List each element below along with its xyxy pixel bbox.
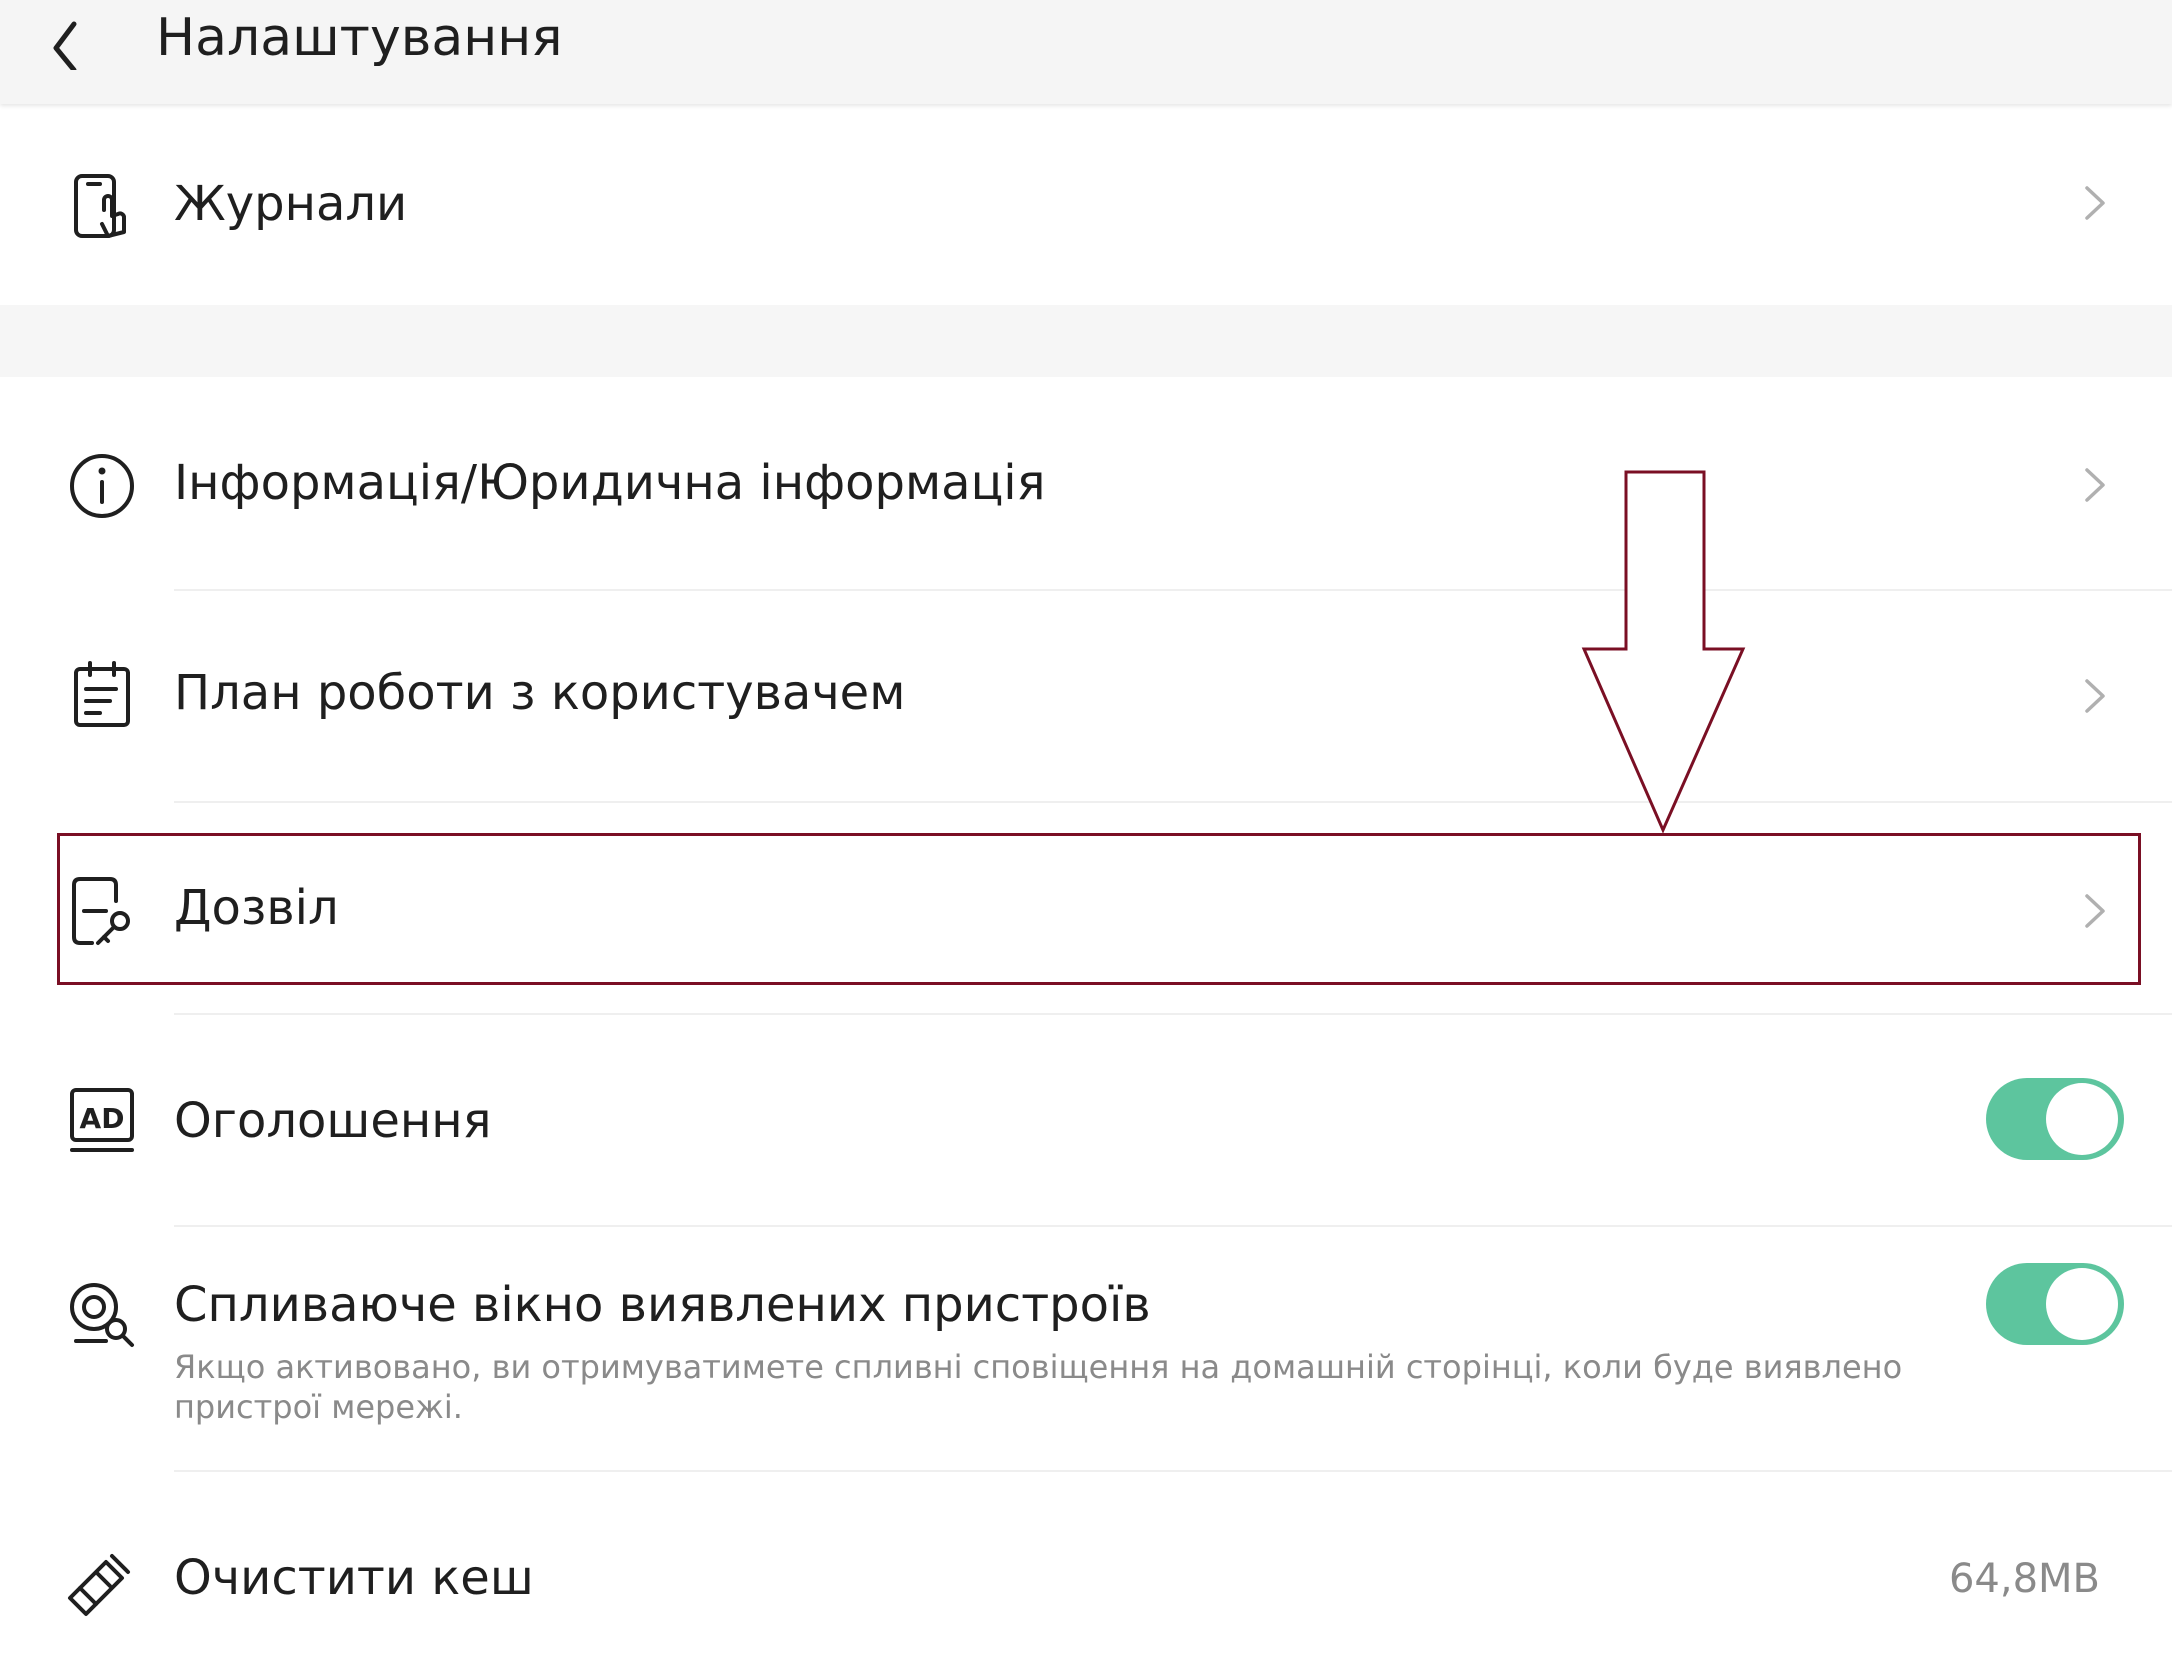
chevron-right-icon xyxy=(2085,468,2105,502)
toggle-knob xyxy=(2046,1083,2118,1155)
chevron-right-icon xyxy=(2085,679,2105,713)
settings-item-label: Інформація/Юридична інформація xyxy=(174,455,1046,511)
calendar-list-icon xyxy=(74,661,130,727)
settings-item-device-popup: Спливаюче вікно виявлених пристроїв Якщо… xyxy=(0,1227,2172,1470)
settings-item-label: Очистити кеш xyxy=(174,1550,534,1606)
ads-toggle[interactable] xyxy=(1986,1078,2124,1160)
device-search-icon xyxy=(70,1283,134,1347)
settings-item-ads: AD Оголошення xyxy=(0,1015,2172,1225)
settings-item-label: Оголошення xyxy=(174,1093,492,1149)
svg-text:AD: AD xyxy=(80,1102,125,1135)
top-bar: Налаштування xyxy=(0,0,2172,104)
chevron-left-icon xyxy=(53,21,77,73)
device-popup-toggle[interactable] xyxy=(1986,1263,2124,1345)
section-separator xyxy=(0,305,2172,377)
phone-touch-icon xyxy=(74,174,126,238)
cache-size-value: 64,8MB xyxy=(1948,1556,2100,1602)
page-title: Налаштування xyxy=(156,8,563,68)
settings-item-label: Дозвіл xyxy=(174,880,339,936)
info-circle-icon xyxy=(70,454,134,518)
settings-item-label: Спливаюче вікно виявлених пристроїв xyxy=(174,1277,1151,1333)
document-key-icon xyxy=(72,877,130,945)
broom-icon xyxy=(68,1554,130,1616)
chevron-right-icon xyxy=(2085,894,2105,928)
settings-item-label: Журнали xyxy=(174,176,408,232)
back-button[interactable] xyxy=(40,10,90,73)
chevron-right-icon xyxy=(2085,186,2105,220)
toggle-knob xyxy=(2046,1268,2118,1340)
settings-item-info[interactable]: Інформація/Юридична інформація xyxy=(0,377,2172,589)
settings-item-clear-cache[interactable]: Очистити кеш 64,8MB xyxy=(0,1472,2172,1672)
settings-item-label: План роботи з користувачем xyxy=(174,665,906,721)
settings-item-permission[interactable]: Дозвіл xyxy=(0,803,2172,1013)
settings-item-description: Якщо активовано, ви отримуватимете сплив… xyxy=(174,1348,1903,1426)
settings-item-user-plan[interactable]: План роботи з користувачем xyxy=(0,591,2172,801)
settings-item-journals[interactable]: Журнали xyxy=(0,104,2172,305)
ad-icon: AD xyxy=(70,1088,134,1152)
